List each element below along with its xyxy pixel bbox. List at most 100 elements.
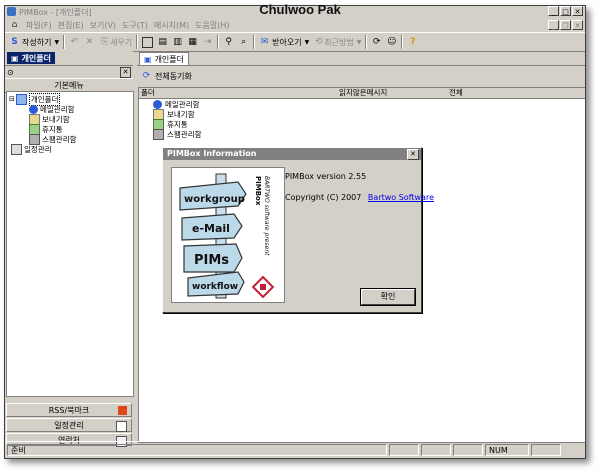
ok-button[interactable]: 확인 <box>361 289 415 305</box>
minimize-button[interactable]: _ <box>548 6 559 16</box>
compose-button[interactable]: S 작성하기 ▼ <box>9 34 59 50</box>
chevron-down-icon[interactable]: ▼ <box>305 39 310 46</box>
list-item-label: 스팸관리함 <box>167 129 202 139</box>
mdi-minimize-button[interactable]: _ <box>548 20 559 30</box>
left-pane-close-icon[interactable]: ✕ <box>120 66 131 78</box>
status-cell-1 <box>389 444 419 456</box>
status-bar: 준비 NUM <box>5 441 585 458</box>
schedule-button[interactable]: 일정관리 <box>6 418 132 432</box>
company-link[interactable]: Bartwo Software <box>368 193 434 202</box>
dialog-title: PIMBox Information <box>163 148 421 160</box>
column-total[interactable]: 전체 <box>449 88 463 98</box>
tree-item-label: 일정관리 <box>24 144 52 154</box>
dialog-close-button[interactable]: ✕ <box>407 149 419 160</box>
tree-item-trash[interactable]: 휴지통 <box>29 123 63 135</box>
status-cell-4 <box>531 444 561 456</box>
tab-label: 개인폴더 <box>154 54 185 64</box>
about-dialog: PIMBox Information ✕ workgroup e-Mail PI… <box>162 147 434 313</box>
product-logo: workgroup e-Mail PIMs workflow PIMBox BA… <box>171 167 285 303</box>
forward-button[interactable]: ⎘ 세우기 <box>99 34 132 50</box>
mdi-restore-button[interactable]: ❐ <box>560 20 571 30</box>
sync-icon[interactable]: ⟳ <box>371 37 382 48</box>
tab-personal-folder[interactable]: ▣ 개인폴더 <box>139 52 190 65</box>
folder-tab-icon: ▣ <box>11 53 19 63</box>
sync-all-label: 전체동기화 <box>155 71 192 81</box>
mdi-close-button[interactable]: ✕ <box>572 20 583 30</box>
column-folder[interactable]: 폴더 <box>141 88 155 98</box>
indent-icon[interactable]: ⇥ <box>202 37 213 48</box>
users-icon[interactable]: ☺ <box>386 37 397 48</box>
schedule-label: 일정관리 <box>54 421 84 430</box>
folder-tab-icon: ▣ <box>144 54 152 64</box>
signpost-logo: workgroup e-Mail PIMs workflow PIMBox BA… <box>179 173 275 299</box>
receive-button[interactable]: ✉ 받아오기 ▼ <box>259 34 309 50</box>
list-item[interactable]: 메일관리함 <box>153 99 200 109</box>
menu-message[interactable]: 메시지(M) <box>154 20 189 31</box>
left-pane: ▣ 개인폴더 ⊙ ✕ 기본메뉴 ⊟ 개인폴더 메일관리함 보내기함 휴지통 스팸… <box>5 51 134 447</box>
history-icon: ⟲ <box>314 37 323 47</box>
window-title: PIMBox - [개인폴더] <box>19 7 92 17</box>
delete-icon[interactable]: ✕ <box>84 37 95 48</box>
logo-caption-pimbox: PIMBox <box>254 176 262 206</box>
compose-label: 작성하기 <box>22 37 52 47</box>
folder-toolbar: ⟳ 전체동기화 <box>137 65 585 86</box>
bartwo-mark-icon <box>251 275 275 299</box>
status-cell-2 <box>421 444 451 456</box>
history-label: 최근방법 <box>324 37 354 47</box>
chevron-down-icon[interactable]: ▼ <box>54 39 59 46</box>
copyright-line: Copyright (C) 2007 Bartwo Software <box>285 193 434 202</box>
menu-bar: ⌂ 파일(F) 편집(E) 보기(V) 도구(T) 메시지(M) 도움말(H) … <box>5 18 585 32</box>
left-sub-bar: ⊙ ✕ <box>5 66 133 78</box>
receive-icon: ✉ <box>260 37 269 47</box>
column-unread[interactable]: 읽지않은메시지 <box>339 88 387 98</box>
tree-item-mail[interactable]: 메일관리함 <box>29 104 75 114</box>
close-button[interactable]: ✕ <box>572 6 583 16</box>
left-pane-header: ▣ 개인폴더 <box>5 51 133 66</box>
list-view-icon[interactable]: ▤ <box>157 37 168 48</box>
home-icon[interactable]: ⌂ <box>9 20 20 31</box>
help-icon[interactable]: ? <box>407 37 418 48</box>
status-ready: 준비 <box>7 444 387 456</box>
collapse-icon[interactable]: ⊟ <box>9 95 15 103</box>
list-item[interactable]: 스팸관리함 <box>153 128 202 140</box>
sync-all-button[interactable]: ⟳ 전체동기화 <box>141 68 192 84</box>
mail-box-icon <box>153 99 162 109</box>
tree-item-schedule[interactable]: 일정관리 <box>11 143 52 155</box>
history-button[interactable]: ⟲ 최근방법 ▼ <box>313 34 361 50</box>
chevron-down-icon[interactable]: ▼ <box>357 39 362 46</box>
pin-icon[interactable]: ⊙ <box>7 68 14 77</box>
search-icon[interactable]: ⌕ <box>238 37 249 48</box>
menu-help[interactable]: 도움말(H) <box>195 20 229 31</box>
receive-label: 받아오기 <box>272 37 302 47</box>
refresh-icon: ⟳ <box>142 71 151 81</box>
title-bar: PIMBox - [개인폴더] _ □ ✕ <box>5 6 585 18</box>
rss-bookmark-label: RSS/북마크 <box>48 406 90 415</box>
personal-folder-tab[interactable]: ▣ 개인폴더 <box>7 52 56 64</box>
menu-edit[interactable]: 편집(E) <box>58 20 84 31</box>
tree-item-personal-folder[interactable]: ⊟ 개인폴더 <box>9 92 61 106</box>
list-item[interactable]: 보내기함 <box>153 108 195 120</box>
tree-item-sent[interactable]: 보내기함 <box>29 113 70 125</box>
schedule-icon <box>116 421 127 432</box>
rss-bookmark-button[interactable]: RSS/북마크 <box>6 403 132 417</box>
menu-view[interactable]: 보기(V) <box>90 20 116 31</box>
column-view-icon[interactable]: ▦ <box>187 37 198 48</box>
status-num: NUM <box>485 444 529 456</box>
address-icon[interactable]: ⚲ <box>223 37 234 48</box>
reply-icon[interactable]: ↶ <box>69 37 80 48</box>
calendar-icon <box>11 143 22 155</box>
list-item[interactable]: 휴지통 <box>153 118 188 130</box>
list-header: 폴더 읽지않은메시지 전체 <box>139 88 585 99</box>
logo-word-workgroup: workgroup <box>184 194 245 205</box>
rss-icon <box>118 406 127 415</box>
status-cell-3 <box>453 444 483 456</box>
forward-label: 세우기 <box>110 37 133 47</box>
menu-tools[interactable]: 도구(T) <box>122 20 148 31</box>
menu-file[interactable]: 파일(F) <box>26 20 52 31</box>
folder-tree: ⊟ 개인폴더 메일관리함 보내기함 휴지통 스팸관리함 일정관리 <box>6 91 134 397</box>
maximize-button[interactable]: □ <box>560 6 571 16</box>
layout-icon[interactable] <box>142 36 154 48</box>
tree-item-spam[interactable]: 스팸관리함 <box>29 133 77 145</box>
split-view-icon[interactable]: ▥ <box>172 37 183 48</box>
mail-box-icon <box>29 104 38 114</box>
